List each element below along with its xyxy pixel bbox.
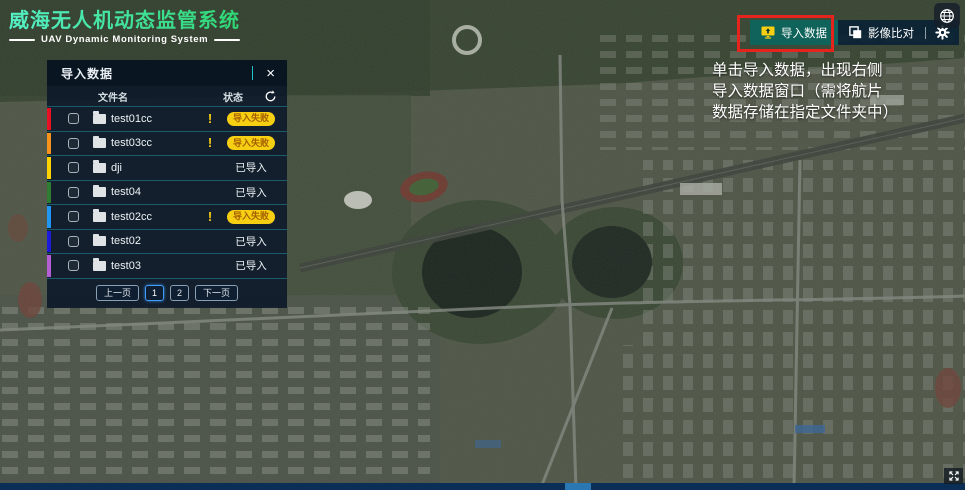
table-row: test03 已导入 xyxy=(47,253,287,278)
folder-icon xyxy=(93,187,106,197)
row-color-stripe xyxy=(47,108,51,130)
scrollbar-thumb[interactable] xyxy=(565,483,591,490)
status-badge: 导入失败 xyxy=(227,210,275,224)
pagination: 上一页 12 下一页 xyxy=(47,279,287,308)
page-button-2[interactable]: 2 xyxy=(170,285,189,302)
row-filename: test03cc xyxy=(111,137,152,149)
row-checkbox[interactable] xyxy=(68,260,79,271)
page-button-1[interactable]: 1 xyxy=(145,285,164,302)
import-data-button[interactable]: 导入数据 xyxy=(750,20,838,45)
import-data-panel: 导入数据 × 文件名 状态 test01cc! 导入失败 test03cc! 导入失败… xyxy=(47,60,287,308)
folder-icon xyxy=(93,236,106,246)
row-color-stripe xyxy=(47,231,51,253)
status-exclamation-icon: ! xyxy=(208,135,212,150)
globe-icon xyxy=(939,8,955,24)
refresh-icon xyxy=(264,90,277,103)
folder-icon xyxy=(93,114,106,124)
status-badge: 已导入 xyxy=(235,258,267,273)
column-status: 状态 xyxy=(205,89,261,104)
panel-title: 导入数据 xyxy=(61,65,113,82)
row-checkbox[interactable] xyxy=(68,211,79,222)
status-badge: 已导入 xyxy=(235,160,267,175)
folder-icon xyxy=(93,138,106,148)
subtitle-dash-right xyxy=(214,39,240,41)
column-filename: 文件名 xyxy=(98,89,128,104)
app-title: 威海无人机动态监管系统 xyxy=(9,4,240,33)
table-row: test02 已导入 xyxy=(47,229,287,254)
row-color-stripe xyxy=(47,157,51,179)
row-color-stripe xyxy=(47,255,51,277)
folder-icon xyxy=(93,261,106,271)
titlebar-divider xyxy=(252,66,253,80)
row-filename: test02cc xyxy=(111,211,152,223)
import-monitor-icon xyxy=(761,26,775,39)
row-checkbox[interactable] xyxy=(68,162,79,173)
status-exclamation-icon: ! xyxy=(208,111,212,126)
prev-page-button[interactable]: 上一页 xyxy=(96,285,139,302)
row-filename: test02 xyxy=(111,235,141,247)
top-toolbar: 导入数据 影像比对 xyxy=(750,20,959,45)
table-header: 文件名 状态 xyxy=(47,86,287,106)
annotation-line-3: 数据存储在指定文件夹中） xyxy=(712,102,898,123)
table-row: test03cc! 导入失败 xyxy=(47,131,287,156)
annotation-line-2: 导入数据窗口（需将航片 xyxy=(712,81,898,102)
row-color-stripe xyxy=(47,182,51,204)
folder-icon xyxy=(93,163,106,173)
app-subtitle-text: UAV Dynamic Monitoring System xyxy=(41,34,208,45)
row-checkbox[interactable] xyxy=(68,187,79,198)
table-row: test01cc! 导入失败 xyxy=(47,106,287,131)
fullscreen-button[interactable] xyxy=(944,468,963,484)
row-checkbox[interactable] xyxy=(68,113,79,124)
row-color-stripe xyxy=(47,133,51,155)
fullscreen-expand-icon xyxy=(948,470,960,482)
row-checkbox[interactable] xyxy=(68,236,79,247)
image-compare-label: 影像比对 xyxy=(868,25,914,41)
row-color-stripe xyxy=(47,206,51,228)
file-table-body: test01cc! 导入失败 test03cc! 导入失败 dji 已导入 test04 已导… xyxy=(47,106,287,279)
layers-copy-icon xyxy=(849,26,862,39)
table-row: test04 已导入 xyxy=(47,180,287,205)
row-checkbox[interactable] xyxy=(68,138,79,149)
image-compare-button[interactable]: 影像比对 xyxy=(838,20,925,45)
tutorial-annotation: 单击导入数据，出现右侧 导入数据窗口（需将航片 数据存储在指定文件夹中） xyxy=(712,60,898,123)
table-row: test02cc! 导入失败 xyxy=(47,204,287,229)
status-badge: 已导入 xyxy=(235,234,267,249)
next-page-button[interactable]: 下一页 xyxy=(195,285,238,302)
row-filename: dji xyxy=(111,162,122,174)
table-row: dji 已导入 xyxy=(47,155,287,180)
refresh-button[interactable] xyxy=(261,90,279,103)
row-filename: test01cc xyxy=(111,113,152,125)
status-exclamation-icon: ! xyxy=(208,209,212,224)
row-filename: test04 xyxy=(111,186,141,198)
annotation-line-1: 单击导入数据，出现右侧 xyxy=(712,60,898,81)
row-filename: test03 xyxy=(111,260,141,272)
status-badge: 已导入 xyxy=(235,185,267,200)
folder-icon xyxy=(93,212,106,222)
app-subtitle: UAV Dynamic Monitoring System xyxy=(9,34,240,45)
app-header: 威海无人机动态监管系统 UAV Dynamic Monitoring Syste… xyxy=(9,4,240,45)
import-data-label: 导入数据 xyxy=(781,25,827,41)
status-badge: 导入失败 xyxy=(227,136,275,150)
panel-titlebar: 导入数据 × xyxy=(47,60,287,86)
horizontal-scrollbar[interactable] xyxy=(0,483,965,490)
basemap-globe-button[interactable] xyxy=(934,3,960,28)
close-icon[interactable]: × xyxy=(264,66,277,81)
subtitle-dash-left xyxy=(9,39,35,41)
status-badge: 导入失败 xyxy=(227,112,275,126)
